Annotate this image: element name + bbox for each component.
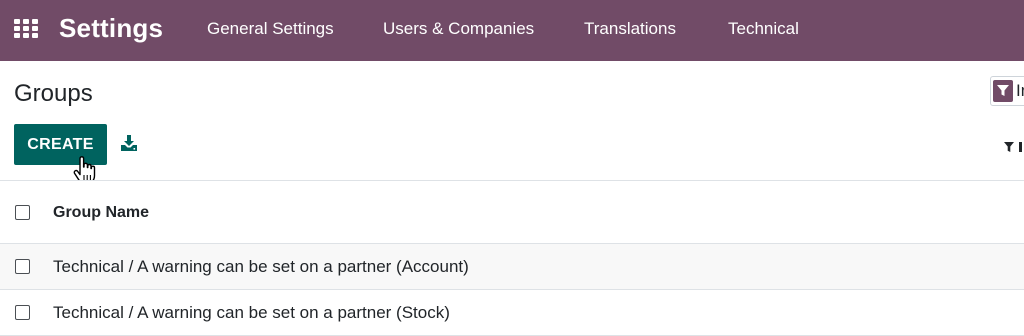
app-brand-title[interactable]: Settings (59, 11, 163, 45)
select-all-checkbox[interactable] (15, 205, 30, 220)
menu-technical[interactable]: Technical (728, 19, 799, 39)
group-name-cell: Technical / A warning can be set on a pa… (53, 303, 450, 322)
group-name-cell: Technical / A warning can be set on a pa… (53, 257, 469, 276)
menu-general-settings[interactable]: General Settings (207, 19, 334, 39)
row-checkbox[interactable] (15, 305, 30, 320)
table-row[interactable]: Technical / A warning can be set on a pa… (0, 244, 1024, 290)
menu-translations[interactable]: Translations (584, 19, 676, 39)
row-checkbox[interactable] (15, 259, 30, 274)
top-navbar: Settings General Settings Users & Compan… (0, 0, 1024, 61)
filter-icon (997, 85, 1009, 96)
table-row[interactable]: Technical / A warning can be set on a pa… (0, 290, 1024, 336)
column-header-group-name[interactable]: Group Name (53, 203, 149, 223)
search-facet[interactable] (993, 80, 1013, 102)
apps-grid-icon[interactable] (14, 19, 38, 39)
menu-users-companies[interactable]: Users & Companies (383, 19, 534, 39)
search-facet-text: In (1016, 81, 1024, 100)
filters-toggle[interactable] (1004, 140, 1024, 152)
list-header-row: Group Name (0, 180, 1024, 244)
page-title: Groups (14, 80, 93, 107)
filter-icon (1004, 142, 1022, 152)
download-icon[interactable] (120, 134, 138, 152)
search-input[interactable]: In (990, 76, 1024, 106)
